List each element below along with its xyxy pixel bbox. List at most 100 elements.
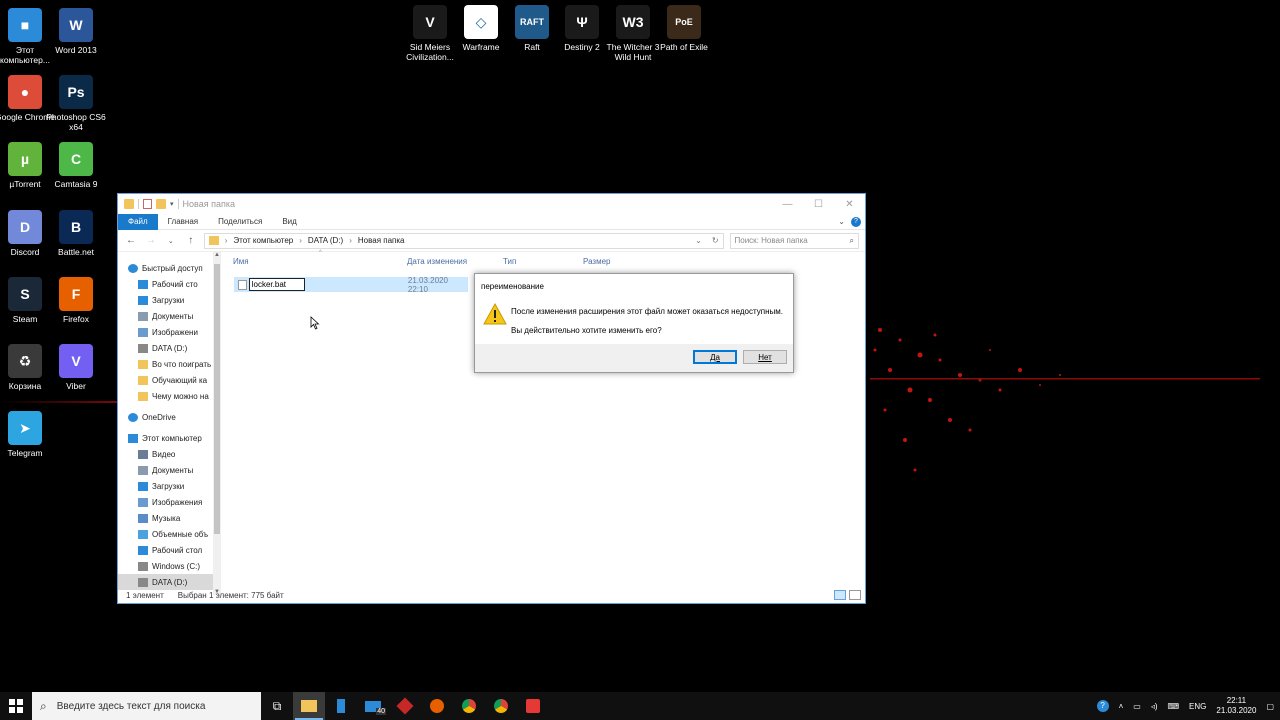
properties-icon[interactable] [143,199,152,209]
show-hidden-icons-icon[interactable]: ˄ [1119,702,1124,711]
sidebar-item-label: Рабочий стол [152,545,203,555]
sidebar-item-label: Объемные объ [152,529,209,539]
back-button[interactable]: ← [124,235,138,246]
app-icon: F [59,277,93,311]
sidebar-item[interactable]: Рабочий сто✎ [118,276,221,292]
sidebar-item[interactable]: Загрузки✎ [118,292,221,308]
breadcrumb-new-folder[interactable]: Новая папка [358,236,405,245]
camtasia-taskbar-icon[interactable] [517,692,549,720]
close-button[interactable]: ✕ [834,194,865,214]
network-icon[interactable]: ▭ [1133,702,1141,711]
volume-icon[interactable]: ◃) [1151,702,1158,711]
folder-icon [138,391,148,401]
sidebar-item[interactable]: Быстрый доступ [118,260,221,276]
sidebar-item-label: Видео [152,449,176,459]
sidebar-item[interactable]: Чему можно на [118,388,221,404]
sidebar-item[interactable]: Этот компьютер [118,430,221,446]
minimize-button[interactable]: — [772,194,803,214]
sidebar-item[interactable]: Объемные объ [118,526,221,542]
sidebar-item[interactable]: Музыка [118,510,221,526]
folder-icon [124,199,134,209]
mail-taskbar-icon[interactable]: 40 [357,692,389,720]
column-size[interactable]: Размер [583,257,643,266]
desktop-icon[interactable]: W Word 2013 [46,8,106,55]
maximize-button[interactable]: ☐ [803,194,834,214]
desktop-icon[interactable]: Ps Photoshop CS6 x64 [46,75,106,132]
scroll-up-icon[interactable]: ▲ [213,252,221,258]
sidebar-item[interactable]: Обучающий ка [118,372,221,388]
notes-taskbar-icon[interactable] [325,692,357,720]
sidebar-item[interactable]: Изображения [118,494,221,510]
nav-scrollbar[interactable]: ▲ ▼ [213,252,221,595]
sidebar-item[interactable]: Документы✎ [118,308,221,324]
new-folder-icon[interactable] [156,199,166,209]
explorer-taskbar-icon[interactable] [293,692,325,720]
desktop-icon[interactable]: F Firefox [46,277,106,324]
sidebar-item[interactable]: Изображени✎ [118,324,221,340]
chrome-taskbar-icon[interactable] [453,692,485,720]
app-icon: C [59,142,93,176]
task-view-icon[interactable]: ⧉ [261,692,293,720]
dialog-title: переименование [481,282,544,291]
expand-ribbon-icon[interactable]: ⌄ [838,217,845,226]
details-view-icon[interactable] [834,590,846,600]
tab-home[interactable]: Главная [158,214,208,230]
sidebar-item[interactable]: OneDrive [118,409,221,425]
app-icon: D [8,210,42,244]
sidebar-item[interactable]: DATA (D:) [118,340,221,356]
address-bar[interactable]: › Этот компьютер › DATA (D:) › Новая пап… [203,232,724,249]
sidebar-item[interactable]: Загрузки [118,478,221,494]
sidebar-item[interactable]: Во что поиграть [118,356,221,372]
sidebar-item[interactable]: Документы [118,462,221,478]
tab-share[interactable]: Поделиться [208,214,272,230]
table-row[interactable]: locker.bat 21.03.2020 22:10 [234,276,468,294]
download-icon [138,481,148,491]
up-button[interactable]: ↑ [184,235,198,246]
clock[interactable]: 22:11 21.03.2020 [1216,696,1256,716]
windows-logo-icon [9,699,23,713]
desktop-icon[interactable]: ➤ Telegram [0,411,55,458]
sidebar-item[interactable]: Рабочий стол [118,542,221,558]
column-type[interactable]: Тип [503,257,583,266]
desktop-icon[interactable]: B Battle.net [46,210,106,257]
start-button[interactable] [0,692,32,720]
breadcrumb-data-d[interactable]: DATA (D:) [308,236,343,245]
address-dropdown-icon[interactable]: ⌄ [695,236,702,245]
sidebar-item[interactable]: Windows (C:) [118,558,221,574]
breadcrumb-this-pc[interactable]: Этот компьютер [233,236,293,245]
desktop-icon[interactable]: C Camtasia 9 [46,142,106,189]
tab-file[interactable]: Файл [118,213,158,230]
desktop-icon[interactable]: V Viber [46,344,106,391]
desktop-icon-label: Battle.net [58,247,94,257]
forward-button[interactable]: → [144,235,158,246]
scroll-thumb[interactable] [214,264,220,534]
quick-access-dropdown-icon[interactable]: ▾ [170,200,174,208]
rename-input[interactable]: locker.bat [248,278,305,291]
firefox-taskbar-icon[interactable] [421,692,453,720]
status-selection: Выбран 1 элемент: 775 байт [177,590,284,600]
chrome-canary-taskbar-icon[interactable] [485,692,517,720]
help-icon[interactable]: ? [1096,700,1109,712]
refresh-icon[interactable]: ↻ [712,236,719,245]
large-icons-view-icon[interactable] [849,590,861,600]
no-button[interactable]: Нет [743,350,787,364]
sidebar-item[interactable]: Видео [118,446,221,462]
app-icon: S [8,277,42,311]
desktop-icon-label: Path of Exile [660,42,708,52]
game-taskbar-icon[interactable] [389,692,421,720]
address-row: ← → ⌄ ↑ › Этот компьютер › DATA (D:) › Н… [118,230,865,252]
recent-dropdown-icon[interactable]: ⌄ [164,237,178,245]
column-name[interactable]: Имя [233,257,407,266]
column-date[interactable]: Дата изменения [407,257,503,266]
notification-icon[interactable]: ▢ [1266,702,1274,711]
desktop-icon[interactable]: PoE Path of Exile [654,5,714,52]
yes-button[interactable]: Да [693,350,737,364]
taskbar-search-input[interactable]: ⌕ Введите здесь текст для поиска [32,692,261,720]
language-indicator[interactable]: ENG [1189,702,1206,711]
search-input[interactable]: Поиск: Новая папка ⌕ [729,232,859,249]
desktop-icon-label: Photoshop CS6 x64 [46,112,106,132]
keyboard-icon[interactable]: ⌨ [1168,702,1180,711]
help-icon[interactable]: ? [851,216,861,227]
tab-view[interactable]: Вид [272,214,306,230]
system-tray: ? ˄ ▭ ◃) ⌨ ENG 22:11 21.03.2020 ▢ [1096,696,1280,716]
